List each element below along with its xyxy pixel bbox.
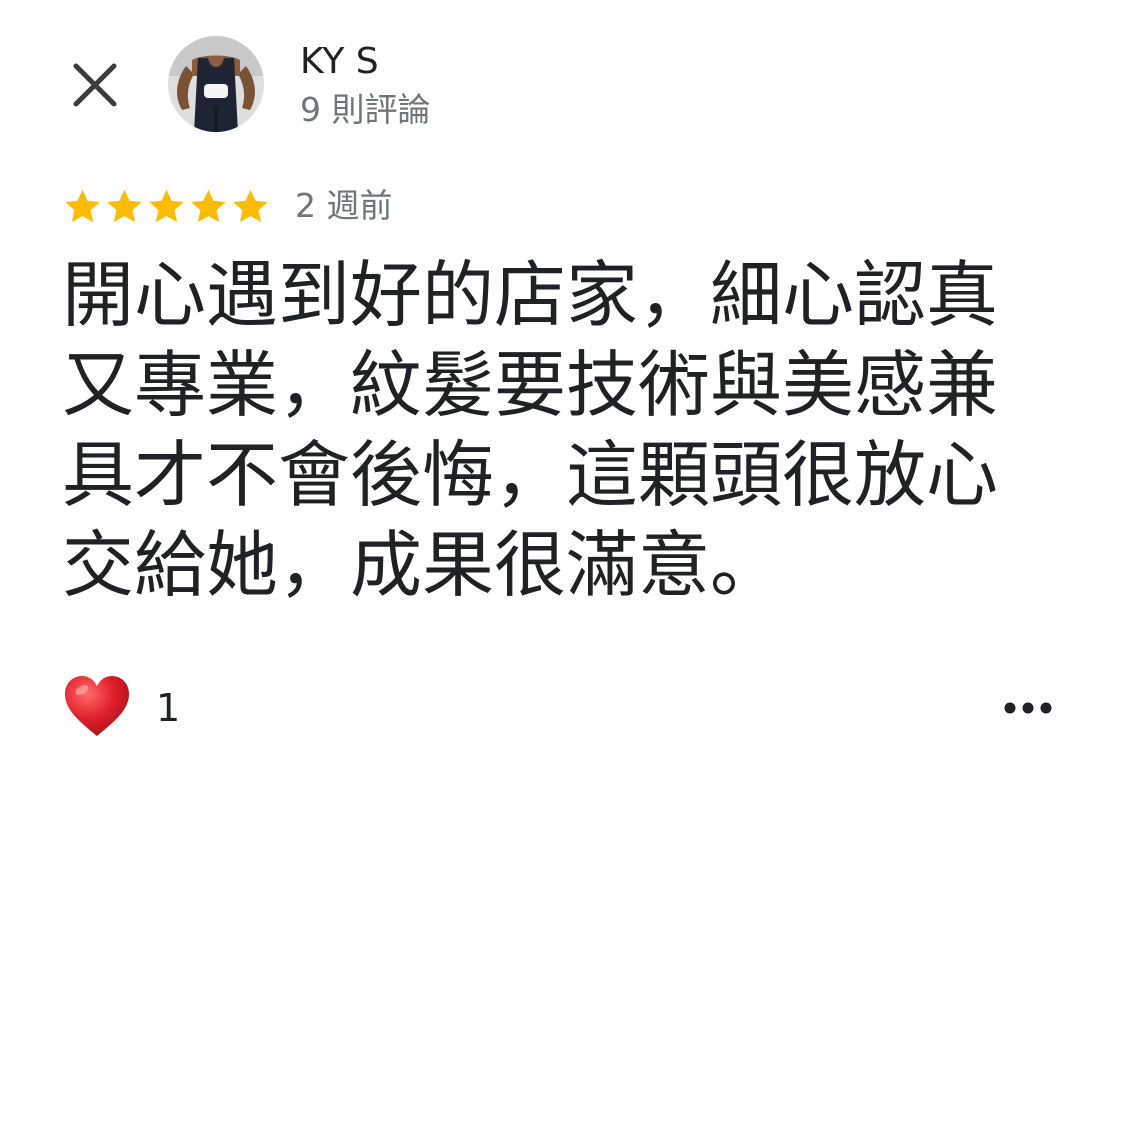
reviewer-review-count: 9 則評論 <box>300 90 431 129</box>
avatar[interactable] <box>168 36 264 132</box>
heart-icon <box>65 676 129 736</box>
review-time: 2 週前 <box>295 186 393 225</box>
close-icon <box>73 63 117 107</box>
star-icon <box>107 189 142 223</box>
star-icon <box>149 189 184 223</box>
star-icon <box>233 189 268 223</box>
like-button[interactable] <box>62 672 132 742</box>
close-button[interactable] <box>66 56 124 114</box>
more-options-button[interactable] <box>996 688 1060 728</box>
reviewer-name[interactable]: KY S <box>300 40 379 84</box>
more-horizontal-icon <box>1004 702 1052 714</box>
like-count: 1 <box>156 686 181 730</box>
star-rating <box>62 186 271 228</box>
review-text: 開心遇到好的店家，細心認真又專業，紋髮要技術與美感兼具才不會後悔，這顆頭很放心交… <box>62 253 999 607</box>
star-icon <box>65 189 100 223</box>
user-avatar-photo-icon <box>168 36 264 132</box>
review-card: KY S 9 則評論 2 週前 開心遇到好的店家，細心認真又專業，紋髮要技術與美… <box>0 0 1125 1125</box>
star-icon <box>191 189 226 223</box>
